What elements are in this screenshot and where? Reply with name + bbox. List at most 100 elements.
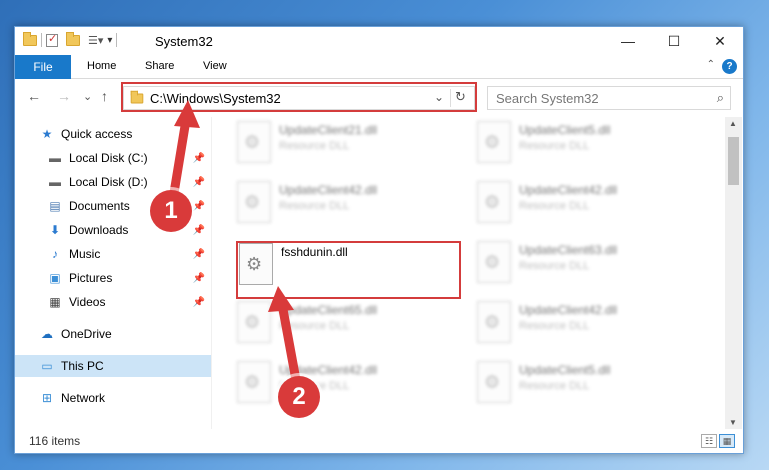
explorer-window: ☰▾ ▾ System32 — ☐ ✕ File Home Share View… <box>14 26 744 454</box>
file-name: UpdateClient42.dll <box>519 183 618 197</box>
window-controls: — ☐ ✕ <box>605 27 743 55</box>
pin-icon[interactable]: 📌 <box>193 153 205 164</box>
drive-icon: ▬ <box>49 175 61 189</box>
recent-locations-button[interactable]: ⌄ <box>83 90 92 103</box>
file-item[interactable]: UpdateClient5.dll Resource DLL <box>477 361 707 417</box>
file-item[interactable]: UpdateClient42.dllResource DLL <box>477 301 707 357</box>
up-button[interactable]: ↑ <box>101 88 108 104</box>
scroll-up-icon[interactable]: ▲ <box>729 119 737 128</box>
file-item[interactable]: UpdateClient42.dllResource DLL <box>237 361 467 417</box>
address-highlight <box>121 82 477 112</box>
file-item[interactable]: UpdateClient21.dll Resource DLL <box>237 121 467 177</box>
sidebar-item-local-disk-d[interactable]: ▬ Local Disk (D:) 📌 <box>15 171 211 193</box>
file-type: Resource DLL <box>519 380 590 392</box>
video-icon: ▦ <box>49 295 61 309</box>
chevron-up-icon[interactable]: ⌃ <box>707 59 715 70</box>
separator <box>116 33 118 47</box>
dll-file-icon <box>237 301 271 343</box>
document-icon: ▤ <box>49 199 61 213</box>
dll-file-icon <box>477 241 511 283</box>
file-type: Resource DLL <box>519 140 590 152</box>
scroll-down-icon[interactable]: ▼ <box>729 418 737 427</box>
file-type: Resource DLL <box>519 200 590 212</box>
file-name: UpdateClient42.dll <box>519 303 618 317</box>
dll-file-icon <box>477 181 511 223</box>
file-item[interactable]: UpdateClient63.dll Resource DLL <box>477 241 707 297</box>
file-type: Resource DLL <box>279 200 350 212</box>
sidebar-item-label: Network <box>61 391 106 405</box>
properties-icon[interactable] <box>46 32 58 47</box>
sidebar-item-onedrive[interactable]: ☁ OneDrive <box>15 323 211 345</box>
search-box[interactable]: Search System32 ⌕ <box>487 86 731 110</box>
window-title: System32 <box>155 34 213 49</box>
sidebar-item-label: Music <box>69 247 101 261</box>
pane-divider[interactable] <box>211 117 212 429</box>
separator <box>41 33 42 47</box>
file-name: UpdateClient65.dll <box>279 303 378 317</box>
tab-file[interactable]: File <box>15 55 71 79</box>
sidebar-item-videos[interactable]: ▦ Videos 📌 <box>15 291 211 313</box>
search-icon[interactable]: ⌕ <box>717 90 724 106</box>
forward-button[interactable]: → <box>57 88 71 104</box>
pictures-icon: ▣ <box>49 271 61 285</box>
download-icon: ⬇ <box>49 223 61 237</box>
file-highlight <box>236 241 461 299</box>
view-toggle: ☷ ▦ <box>701 434 735 448</box>
back-button[interactable]: ← <box>27 88 41 104</box>
dll-file-icon <box>477 121 511 163</box>
sidebar-item-label: Pictures <box>69 271 113 285</box>
sidebar-item-pictures[interactable]: ▣ Pictures 📌 <box>15 267 211 289</box>
toolbar-dropdown-icon[interactable]: ▾ <box>107 35 112 46</box>
sidebar-item-label: Local Disk (D:) <box>69 175 148 189</box>
sidebar-item-local-disk-c[interactable]: ▬ Local Disk (C:) 📌 <box>15 147 211 169</box>
file-name: UpdateClient63.dll <box>519 243 618 257</box>
file-item[interactable]: UpdateClient42.dllResource DLL <box>237 181 467 237</box>
close-button[interactable]: ✕ <box>697 27 743 55</box>
drive-icon: ▬ <box>49 151 61 165</box>
file-item[interactable]: UpdateClient5.dll Resource DLL <box>477 121 707 177</box>
vertical-scrollbar[interactable]: ▲ ▼ <box>725 117 742 429</box>
sidebar-item-this-pc[interactable]: ▭ This PC <box>15 355 211 377</box>
sidebar-item-label: Quick access <box>61 127 133 141</box>
minimize-button[interactable]: — <box>605 27 651 55</box>
star-icon: ★ <box>41 127 53 141</box>
pin-icon[interactable]: 📌 <box>193 297 205 308</box>
scroll-thumb[interactable] <box>728 137 739 185</box>
search-input[interactable]: Search System32 <box>496 91 599 106</box>
sidebar-item-label: Local Disk (C:) <box>69 151 148 165</box>
pin-icon[interactable]: 📌 <box>193 177 205 188</box>
step-2-badge: 2 <box>278 376 320 418</box>
customize-toolbar-icon[interactable]: ☰▾ <box>88 34 103 47</box>
maximize-button[interactable]: ☐ <box>651 27 697 55</box>
sidebar-item-label: OneDrive <box>61 327 112 341</box>
tab-share[interactable]: Share <box>145 60 174 72</box>
pin-icon[interactable]: 📌 <box>193 201 205 212</box>
sidebar-item-music[interactable]: ♪ Music 📌 <box>15 243 211 265</box>
file-name: UpdateClient21.dll <box>279 123 378 137</box>
large-icons-view-icon[interactable]: ▦ <box>719 434 735 448</box>
dll-file-icon <box>477 301 511 343</box>
folder-icon <box>23 31 37 46</box>
pin-icon[interactable]: 📌 <box>193 249 205 260</box>
file-name: UpdateClient42.dll <box>279 363 378 377</box>
music-icon: ♪ <box>52 247 58 261</box>
dll-file-icon <box>237 181 271 223</box>
navigation-pane: ★ Quick access ▬ Local Disk (C:) 📌 ▬ Loc… <box>15 119 211 427</box>
pin-icon[interactable]: 📌 <box>193 273 205 284</box>
file-item[interactable]: UpdateClient65.dll Resource DLL <box>237 301 467 357</box>
file-name: UpdateClient5.dll <box>519 363 611 377</box>
file-name: UpdateClient5.dll <box>519 123 611 137</box>
tab-view[interactable]: View <box>203 60 227 72</box>
tab-home[interactable]: Home <box>87 60 116 72</box>
file-item[interactable]: UpdateClient42.dll Resource DLL <box>477 181 707 237</box>
help-icon[interactable]: ? <box>722 59 737 74</box>
file-type: Resource DLL <box>279 320 350 332</box>
sidebar-item-network[interactable]: ⊞ Network <box>15 387 211 409</box>
sidebar-item-quick-access[interactable]: ★ Quick access <box>15 123 211 145</box>
sidebar-item-label: This PC <box>61 359 104 373</box>
item-count: 116 items <box>29 434 81 448</box>
new-folder-icon[interactable] <box>66 31 80 46</box>
ribbon-tabs: File Home Share View ⌃ ? <box>15 55 743 79</box>
details-view-icon[interactable]: ☷ <box>701 434 717 448</box>
pin-icon[interactable]: 📌 <box>193 225 205 236</box>
